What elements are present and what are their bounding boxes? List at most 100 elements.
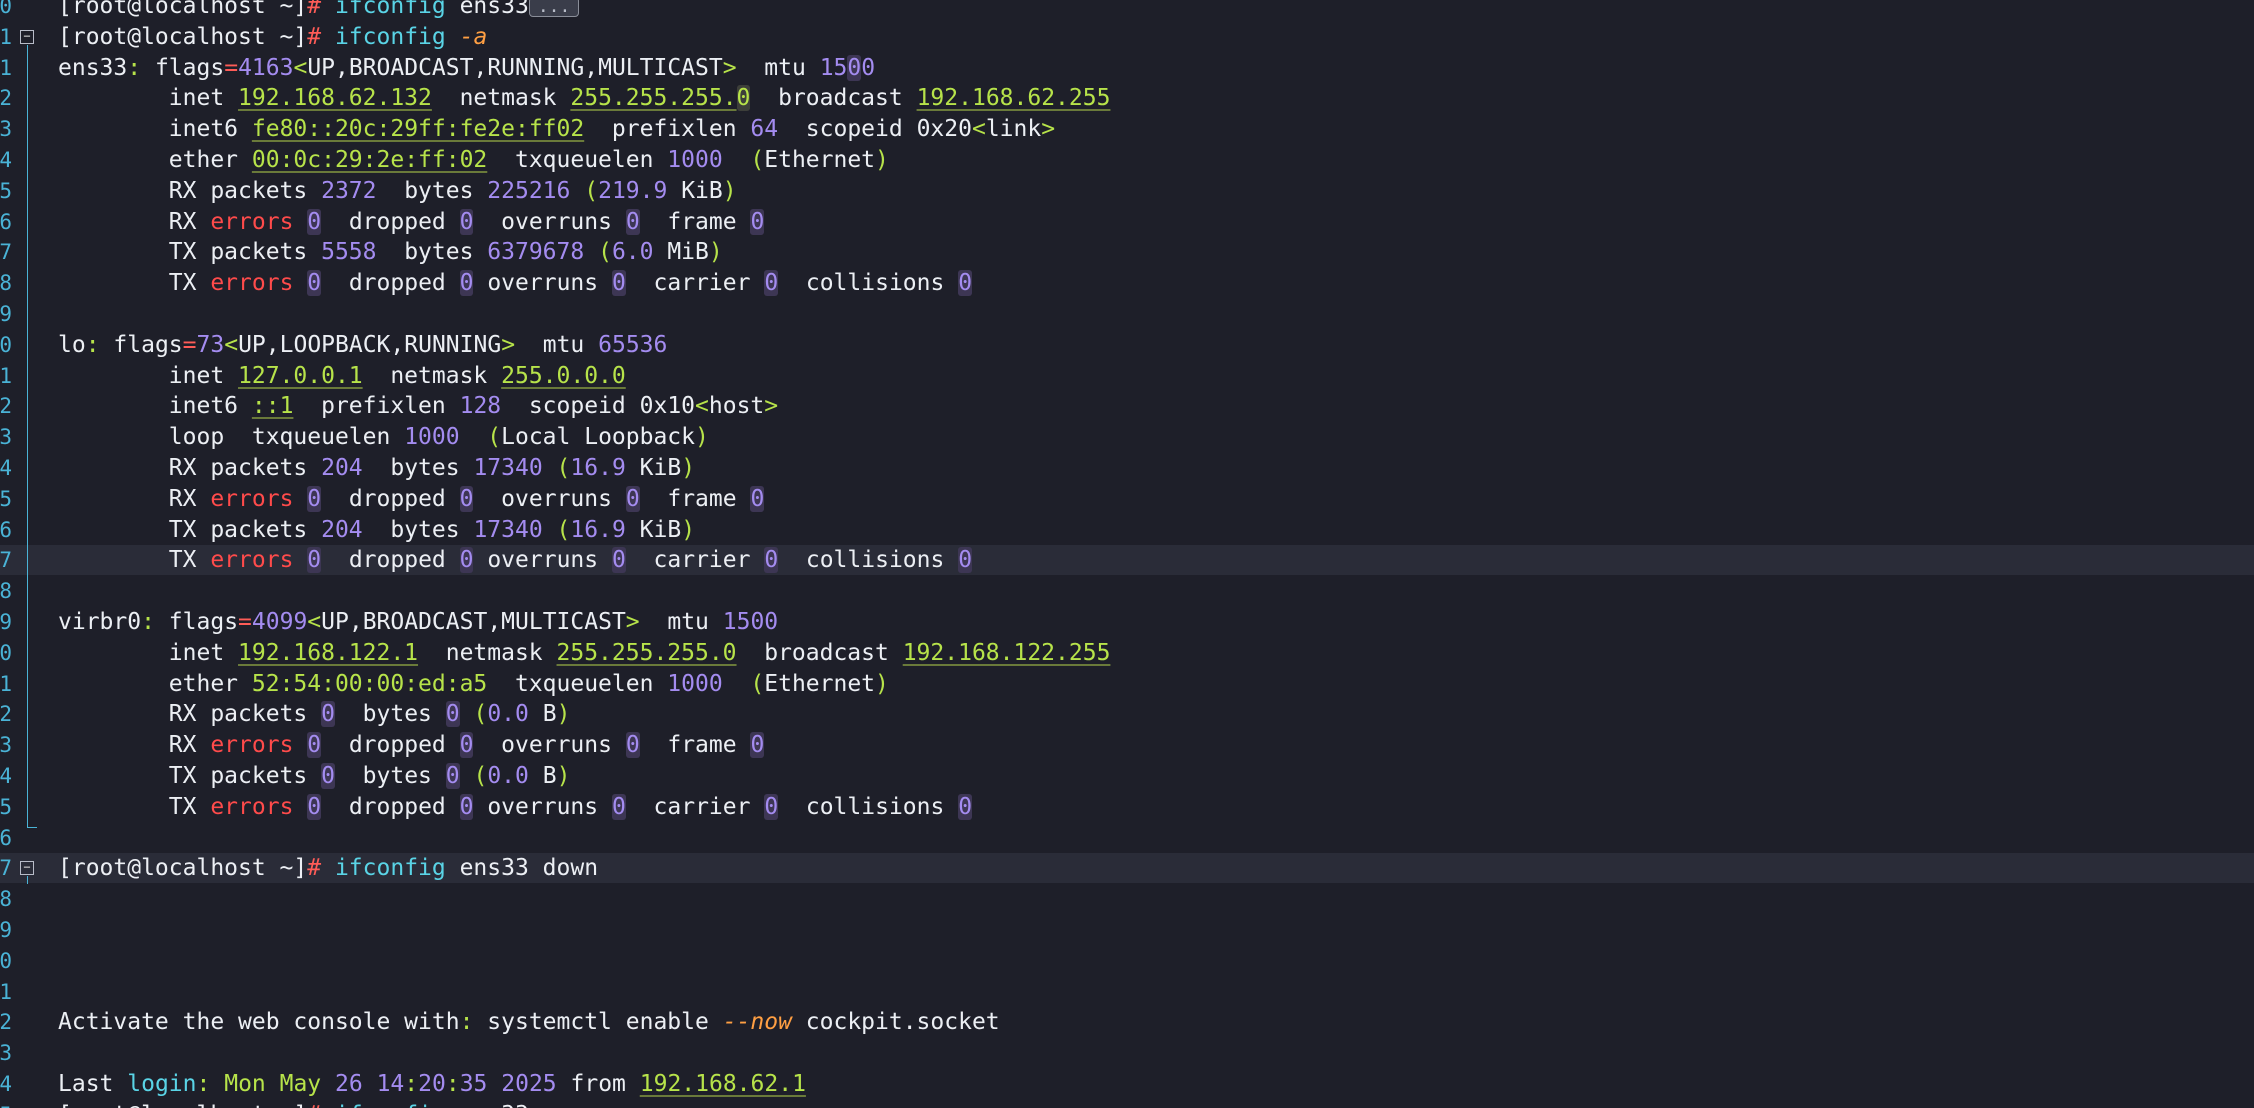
line-text: inet6 fe80::20c:29ff:fe2e:ff02 prefixlen… <box>58 114 1055 144</box>
line-number: 8 <box>0 579 12 604</box>
token: : <box>404 1071 419 1097</box>
token: < <box>293 54 308 81</box>
token: 204 <box>321 455 363 481</box>
line-number: 8 <box>0 887 12 912</box>
token: UP,BROADCAST,MULTICAST <box>321 609 626 635</box>
line-number: 4 <box>0 456 12 480</box>
token: 0 <box>750 732 765 759</box>
token: # <box>307 0 335 19</box>
token: 0 <box>861 54 876 81</box>
token: 52:54:00:00:ed:a5 <box>251 670 488 697</box>
terminal-line: 1 inet 127.0.0.1 netmask 255.0.0.0 <box>0 361 2254 391</box>
token: 2025 <box>501 1071 557 1097</box>
token: 2372 <box>321 177 377 204</box>
terminal-line: 5 TX errors 0 dropped 0 overruns 0 carri… <box>0 792 2254 822</box>
token: 6.0 <box>611 239 654 266</box>
terminal-line: 4 TX packets 0 bytes 0 (0.0 B) <box>0 761 2254 791</box>
token: 0 <box>459 208 474 235</box>
terminal-line: 8 <box>0 576 2254 606</box>
terminal-line: 2 Activate the web console with: systemct… <box>0 1007 2254 1037</box>
terminal-line: 0 inet 192.168.122.1 netmask 255.255.255… <box>0 638 2254 668</box>
token: errors <box>210 732 294 759</box>
token: 6379678 <box>487 239 585 266</box>
terminal-line: 7− [root@localhost ~]# ifconfig ens33 dow… <box>0 853 2254 884</box>
token: 192.168.62.132 <box>238 85 432 112</box>
token: prefixlen <box>584 116 751 143</box>
line-number: 3 <box>0 425 12 450</box>
line-text: ens33: flags=4163<UP,BROADCAST,RUNNING,M… <box>58 53 875 83</box>
token: Ethernet <box>764 670 876 697</box>
token: 0 <box>736 85 751 112</box>
line-number: 9 <box>0 302 12 326</box>
token: 255.255.255.0 <box>556 639 737 666</box>
token: MiB <box>653 239 709 266</box>
token: B <box>528 701 557 728</box>
token: txqueuelen <box>487 147 668 173</box>
token: : <box>85 331 100 358</box>
terminal-line: 7 TX packets 5558 bytes 6379678 (6.0 MiB… <box>0 237 2254 267</box>
token: KiB <box>667 177 723 204</box>
token: --now <box>722 1009 792 1036</box>
token: ) <box>681 516 696 543</box>
token: B <box>528 763 557 789</box>
token: inet6 <box>58 393 252 420</box>
line-text: RX errors 0 dropped 0 overruns 0 frame 0 <box>58 484 765 514</box>
token: < <box>224 331 239 358</box>
token: # <box>307 23 335 50</box>
token: [root@localhost ~] <box>58 0 308 19</box>
token: mtu <box>515 331 599 358</box>
token: carrier <box>625 270 765 297</box>
line-number: 8 <box>0 271 12 296</box>
terminal-window[interactable]: 0 [root@localhost ~]# ifconfig ens33... 1−… <box>0 0 2254 1108</box>
token: -a <box>459 23 488 50</box>
token: ifconfig <box>334 855 446 882</box>
token: 192.168.62.255 <box>916 85 1111 112</box>
token: 4163 <box>238 54 294 81</box>
line-number: 2 <box>0 86 12 111</box>
token: errors <box>210 208 294 235</box>
terminal-line: 9 <box>0 299 2254 329</box>
token: txqueuelen <box>487 670 668 697</box>
token: ens33 <box>445 0 529 19</box>
token: 127.0.0.1 <box>238 362 363 389</box>
token: 0 <box>307 732 322 759</box>
token: : <box>127 54 142 81</box>
line-number: 1 <box>0 671 12 696</box>
token: TX packets <box>58 516 322 543</box>
terminal-line: 6 <box>0 823 2254 853</box>
token: inet <box>58 362 239 389</box>
line-number: 7 <box>0 856 12 881</box>
token: prefixlen <box>293 393 460 420</box>
terminal-line: 5 RX errors 0 dropped 0 overruns 0 frame… <box>0 484 2254 514</box>
terminal-line: 1 <box>0 977 2254 1007</box>
fold-toggle-icon[interactable]: − <box>20 861 34 876</box>
token: overruns <box>473 732 626 759</box>
token: collisions <box>778 793 959 820</box>
token: 35 <box>459 1071 488 1097</box>
token: ether <box>58 670 252 697</box>
token: 15 <box>819 54 848 81</box>
token: bytes <box>362 455 474 481</box>
token: overruns <box>473 270 612 297</box>
token: 0 <box>307 547 322 574</box>
terminal-line: 0 <box>0 946 2254 976</box>
token: overruns <box>473 208 626 235</box>
token: ( <box>750 147 765 173</box>
token: 0.0 <box>487 763 529 789</box>
line-text: lo: flags=73<UP,LOOPBACK,RUNNING> mtu 65… <box>58 330 667 360</box>
token: 14 <box>376 1071 405 1097</box>
fold-toggle-icon[interactable]: − <box>20 29 34 44</box>
token: login <box>127 1071 197 1097</box>
token: Local Loopback <box>501 424 696 451</box>
line-text: inet 127.0.0.1 netmask 255.0.0.0 <box>58 361 626 391</box>
token: > <box>501 331 516 358</box>
collapsed-output-button[interactable]: ... <box>528 0 580 17</box>
line-number: 5 <box>0 486 12 511</box>
line-number: 1 <box>0 55 12 80</box>
token: netmask <box>362 362 502 389</box>
